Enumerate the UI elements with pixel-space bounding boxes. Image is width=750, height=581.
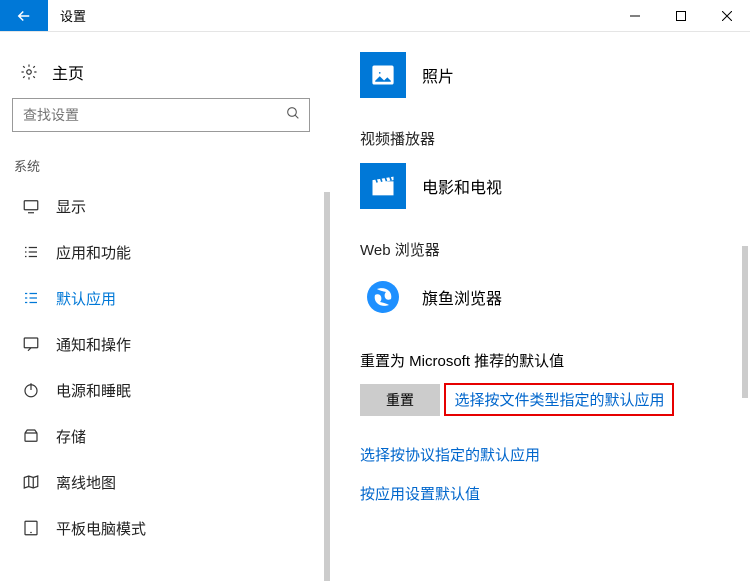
sidebar-item-power[interactable]: 电源和睡眠 [12,367,330,413]
highlight-annotation: 选择按文件类型指定的默认应用 [444,383,674,416]
sidebar-item-apps[interactable]: 应用和功能 [12,229,330,275]
sidebar-item-maps[interactable]: 离线地图 [12,459,330,505]
home-label: 主页 [52,60,84,84]
video-app-row[interactable]: 电影和电视 [360,163,750,209]
link-protocol-defaults[interactable]: 选择按协议指定的默认应用 [360,444,750,465]
sidebar-item-default-apps[interactable]: 默认应用 [12,275,330,321]
search-icon [285,105,301,126]
list-icon [22,243,40,261]
titlebar: 设置 [0,0,750,32]
movies-icon [360,163,406,209]
photos-app-row[interactable]: 照片 [360,52,750,98]
maximize-button[interactable] [658,0,704,31]
sidebar-item-notifications[interactable]: 通知和操作 [12,321,330,367]
power-icon [22,381,40,399]
web-app-label: 旗鱼浏览器 [422,285,502,309]
photos-icon [360,52,406,98]
back-button[interactable] [0,0,48,31]
video-section-label: 视频播放器 [360,128,750,149]
minimize-button[interactable] [612,0,658,31]
home-link[interactable]: 主页 [12,52,330,98]
link-filetype-defaults[interactable]: 选择按文件类型指定的默认应用 [454,389,664,410]
reset-label: 重置为 Microsoft 推荐的默认值 [360,350,750,371]
nav-label: 离线地图 [56,472,116,493]
nav-label: 平板电脑模式 [56,518,146,539]
sidebar-item-display[interactable]: 显示 [12,183,330,229]
monitor-icon [22,197,40,215]
nav-label: 默认应用 [56,288,116,309]
main-scrollbar[interactable] [742,246,748,398]
nav-label: 通知和操作 [56,334,131,355]
web-app-row[interactable]: 旗鱼浏览器 [360,274,750,320]
storage-icon [22,427,40,445]
map-icon [22,473,40,491]
close-button[interactable] [704,0,750,31]
video-app-label: 电影和电视 [422,174,502,198]
browser-icon [360,274,406,320]
nav-label: 存储 [56,426,86,447]
gear-icon [20,62,38,82]
window-title: 设置 [48,0,612,31]
category-label: 系统 [12,132,330,183]
defaults-icon [22,289,40,307]
main-panel: 照片 视频播放器 电影和电视 Web 浏览器 旗鱼浏览器 重置为 Microso… [330,32,750,581]
tablet-icon [22,519,40,537]
search-box[interactable] [12,98,310,132]
sidebar-item-tablet[interactable]: 平板电脑模式 [12,505,330,551]
sidebar: 主页 系统 显示 应用和功能 默认应用 通知和操作 电源和睡眠 [0,32,330,581]
nav-label: 电源和睡眠 [56,380,131,401]
chat-icon [22,335,40,353]
reset-button[interactable]: 重置 [360,384,440,416]
nav-label: 应用和功能 [56,242,131,263]
nav-label: 显示 [56,196,86,217]
photos-label: 照片 [422,63,454,87]
link-app-defaults[interactable]: 按应用设置默认值 [360,483,750,504]
search-input[interactable] [23,107,285,123]
sidebar-item-storage[interactable]: 存储 [12,413,330,459]
web-section-label: Web 浏览器 [360,239,750,260]
